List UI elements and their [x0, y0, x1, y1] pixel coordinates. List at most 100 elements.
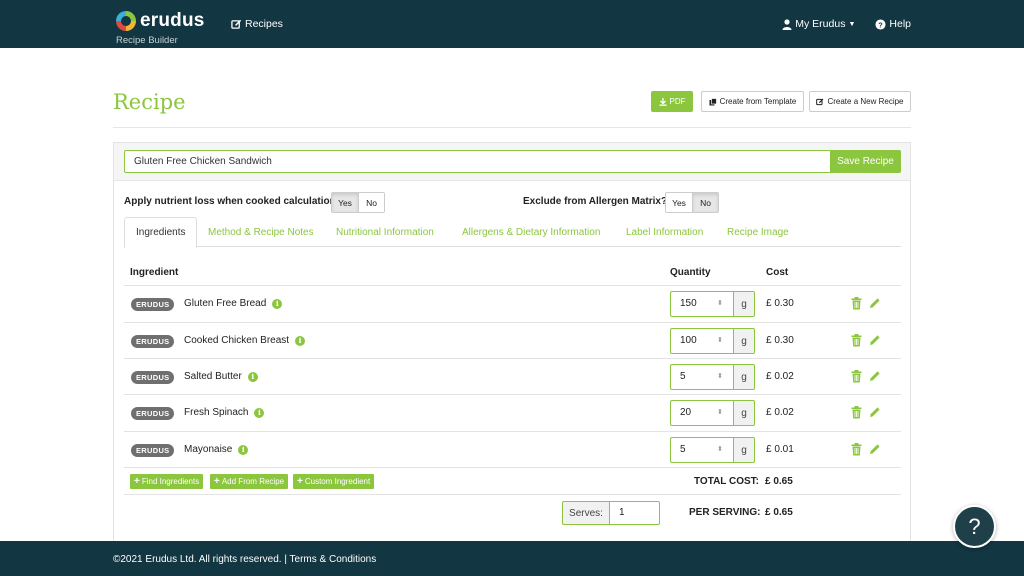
copy-icon	[709, 97, 717, 105]
tab-recipe-image[interactable]: Recipe Image	[716, 217, 800, 247]
nutrient-loss-yes[interactable]: Yes	[332, 193, 358, 212]
create-new-recipe-button[interactable]: Create a New Recipe	[809, 91, 911, 112]
add-from-recipe-label: Add From Recipe	[221, 477, 285, 486]
quantity-input[interactable]: 5 ⬍	[670, 364, 733, 390]
tab-nutritional-information[interactable]: Nutritional Information	[325, 217, 445, 247]
info-icon[interactable]: i	[254, 407, 265, 418]
allergen-matrix-label: Exclude from Allergen Matrix? :	[523, 196, 674, 207]
pencil-icon[interactable]	[869, 443, 881, 455]
plus-icon: +	[214, 476, 220, 487]
spinner-icon[interactable]: ⬍	[717, 401, 723, 425]
ingredient-cost: £ 0.30	[766, 298, 794, 309]
ingredient-name: Cooked Chicken Breast i	[184, 335, 306, 346]
help-chat-button[interactable]: ?	[953, 505, 996, 548]
ingredient-name: Mayonaise i	[184, 444, 249, 455]
account-menu-label: My Erudus	[795, 18, 846, 30]
create-from-template-label: Create from Template	[719, 97, 797, 106]
trash-icon[interactable]	[851, 334, 862, 347]
allergen-matrix-yes[interactable]: Yes	[666, 193, 692, 212]
ingredient-cost: £ 0.30	[766, 335, 794, 346]
info-icon[interactable]: i	[247, 371, 258, 382]
nav-recipes-label: Recipes	[245, 18, 283, 30]
pdf-button[interactable]: PDF	[651, 91, 693, 112]
tab-allergens-dietary[interactable]: Allergens & Dietary Information	[451, 217, 611, 247]
trash-icon[interactable]	[851, 406, 862, 419]
unit-addon: g	[733, 291, 755, 317]
ingredient-name: Gluten Free Bread i	[184, 298, 283, 309]
spinner-icon[interactable]: ⬍	[717, 365, 723, 389]
nav-recipes-link[interactable]: Recipes	[231, 18, 283, 30]
trash-icon[interactable]	[851, 370, 862, 383]
table-divider	[124, 467, 901, 468]
ingredient-name: Fresh Spinach i	[184, 407, 265, 418]
recipe-panel: Gluten Free Chicken Sandwich Save Recipe…	[113, 142, 911, 552]
plus-icon: +	[297, 476, 303, 487]
create-from-template-button[interactable]: Create from Template	[701, 91, 804, 112]
spinner-icon[interactable]: ⬍	[717, 438, 723, 462]
table-row: ERUDUS Mayonaise i 5 ⬍ g £ 0.01	[124, 431, 901, 468]
tab-label-information[interactable]: Label Information	[615, 217, 714, 247]
serves-input[interactable]: 1	[609, 501, 660, 525]
quantity-input[interactable]: 150 ⬍	[670, 291, 733, 317]
trash-icon[interactable]	[851, 297, 862, 310]
title-divider	[113, 127, 911, 128]
info-icon[interactable]: i	[272, 298, 283, 309]
help-label: Help	[889, 18, 911, 30]
pdf-button-label: PDF	[669, 97, 686, 106]
recipe-name-input[interactable]: Gluten Free Chicken Sandwich	[124, 150, 831, 173]
save-recipe-button[interactable]: Save Recipe	[830, 150, 901, 173]
table-row: ERUDUS Salted Butter i 5 ⬍ g £ 0.02	[124, 358, 901, 395]
tab-ingredients[interactable]: Ingredients	[124, 217, 198, 248]
info-icon[interactable]: i	[238, 444, 249, 455]
erudus-badge: ERUDUS	[131, 371, 175, 384]
erudus-logo-icon	[116, 11, 136, 31]
ingredient-name-text: Fresh Spinach	[184, 407, 249, 418]
pencil-icon[interactable]	[869, 334, 881, 346]
allergen-matrix-no[interactable]: No	[692, 193, 718, 212]
page-title: Recipe	[113, 90, 186, 114]
account-menu[interactable]: My Erudus ▼	[782, 18, 855, 30]
quantity-value: 5	[680, 371, 686, 382]
ingredient-name-text: Mayonaise	[184, 444, 233, 455]
spinner-icon[interactable]: ⬍	[717, 329, 723, 353]
help-link[interactable]: ? Help	[875, 18, 911, 30]
serves-addon: Serves:	[562, 501, 609, 525]
tab-method-notes[interactable]: Method & Recipe Notes	[197, 217, 325, 247]
brand-subtitle: Recipe Builder	[116, 35, 178, 46]
ingredient-name-text: Gluten Free Bread	[184, 298, 267, 309]
edit-square-icon	[231, 19, 242, 29]
plus-icon: +	[134, 476, 140, 487]
top-navbar: erudus Recipe Builder Recipes My Erudus …	[0, 0, 1024, 48]
info-icon[interactable]: i	[295, 335, 306, 346]
custom-ingredient-button[interactable]: + Custom Ingredient	[293, 474, 375, 489]
erudus-logo[interactable]: erudus	[116, 11, 205, 31]
quantity-value: 20	[680, 407, 692, 418]
recipe-tabs: Ingredients Method & Recipe Notes Nutrit…	[124, 217, 901, 248]
add-from-recipe-button[interactable]: + Add From Recipe	[210, 474, 289, 489]
nutrient-loss-no[interactable]: No	[358, 193, 384, 212]
pencil-icon[interactable]	[869, 406, 881, 418]
ingredient-cost: £ 0.01	[766, 444, 794, 455]
nutrient-loss-label: Apply nutrient loss when cooked calculat…	[124, 196, 348, 207]
erudus-badge: ERUDUS	[131, 407, 175, 420]
quantity-value: 5	[680, 444, 686, 455]
unit-addon: g	[733, 400, 755, 426]
quantity-input[interactable]: 5 ⬍	[670, 437, 733, 463]
quantity-input[interactable]: 20 ⬍	[670, 400, 733, 426]
question-circle-icon: ?	[875, 18, 886, 30]
user-icon	[782, 18, 792, 30]
find-ingredients-button[interactable]: + Find Ingredients	[130, 474, 204, 489]
spinner-icon[interactable]: ⬍	[717, 292, 723, 316]
total-cost-value: £ 0.65	[765, 476, 793, 487]
quantity-input[interactable]: 100 ⬍	[670, 328, 733, 354]
ingredient-cost: £ 0.02	[766, 371, 794, 382]
erudus-badge: ERUDUS	[131, 335, 175, 348]
per-serving-label: PER SERVING:	[689, 507, 761, 518]
caret-down-icon: ▼	[848, 20, 856, 28]
trash-icon[interactable]	[851, 443, 862, 456]
pencil-icon[interactable]	[869, 370, 881, 382]
pencil-icon[interactable]	[869, 297, 881, 309]
svg-text:?: ?	[879, 20, 884, 29]
quantity-value: 150	[680, 298, 697, 309]
footer-text[interactable]: ©2021 Erudus Ltd. All rights reserved. |…	[113, 554, 376, 565]
